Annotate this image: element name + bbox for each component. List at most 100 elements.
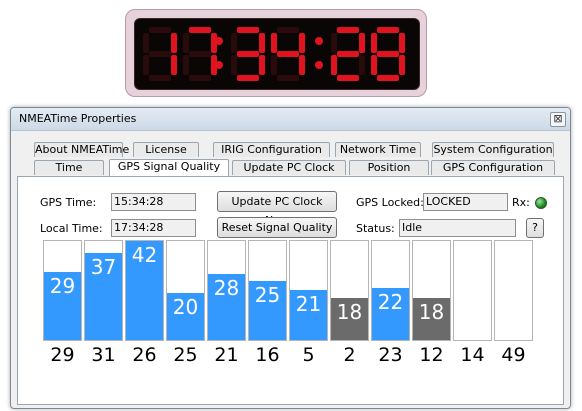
signal-bar-slot: 20 bbox=[166, 240, 205, 341]
signal-bar: 22 bbox=[372, 288, 409, 340]
signal-bar-slot: 37 bbox=[84, 240, 123, 341]
gps-time-field: 15:34:28 bbox=[111, 193, 196, 211]
led-colon-dot bbox=[215, 61, 223, 69]
reset-signal-quality-button[interactable]: Reset Signal Quality bbox=[217, 217, 337, 238]
led-digit-5-segment-b bbox=[359, 33, 365, 53]
led-digit-3-segment-g bbox=[237, 51, 259, 57]
signal-bar-value: 29 bbox=[49, 274, 76, 298]
signal-bar-slot: 29 bbox=[43, 240, 82, 341]
led-digit-6-segment-d bbox=[377, 75, 399, 81]
tab-irig-configuration[interactable]: IRIG Configuration bbox=[213, 142, 330, 157]
signal-bar-value: 25 bbox=[254, 283, 281, 307]
led-digit-2-segment-f bbox=[183, 33, 189, 53]
tab-about-nmeatime[interactable]: About NMEATime bbox=[34, 142, 129, 157]
rx-indicator-led bbox=[535, 197, 547, 209]
led-digit-1-segment-d bbox=[149, 75, 171, 81]
led-digit-4-segment-a bbox=[277, 27, 299, 33]
led-digit-4-segment-b bbox=[299, 33, 305, 53]
led-digit-3-segment-d bbox=[237, 75, 259, 81]
led-clock-display bbox=[143, 27, 405, 81]
gps-locked-label: GPS Locked: bbox=[356, 196, 424, 209]
signal-bar-slot: 21 bbox=[289, 240, 328, 341]
led-colon-dot bbox=[315, 37, 323, 45]
signal-bar-slot: 42 bbox=[125, 240, 164, 341]
update-pc-clock-now-button[interactable]: Update PC Clock Now bbox=[217, 191, 337, 227]
help-button[interactable]: ? bbox=[526, 218, 544, 238]
led-digit-2-segment-e bbox=[183, 55, 189, 75]
signal-bar-slot: 22 bbox=[371, 240, 410, 341]
signal-bar: 37 bbox=[85, 253, 122, 340]
led-digit-6-segment-g bbox=[377, 51, 399, 57]
led-digit-3-segment-e bbox=[231, 55, 237, 75]
signal-bar-slot bbox=[494, 240, 533, 341]
window-title: NMEATime Properties bbox=[19, 112, 137, 125]
tab-license[interactable]: License bbox=[133, 142, 199, 157]
led-clock-face bbox=[134, 18, 420, 90]
signal-bar-value: 22 bbox=[377, 290, 404, 314]
led-digit-6-segment-a bbox=[377, 27, 399, 33]
satellite-prn-label: 12 bbox=[419, 344, 444, 366]
led-digit-5-segment-d bbox=[337, 75, 359, 81]
led-digit-5-segment-c bbox=[359, 55, 365, 75]
led-digit-1-segment-f bbox=[143, 33, 149, 53]
led-digit-1-segment-c bbox=[171, 55, 177, 75]
title-bar[interactable]: NMEATime Properties ⊠ bbox=[11, 108, 570, 131]
tab-gps-signal-quality[interactable]: GPS Signal Quality bbox=[109, 159, 229, 176]
local-time-label: Local Time: bbox=[40, 222, 103, 235]
tab-gps-configuration[interactable]: GPS Configuration bbox=[431, 160, 555, 175]
satellite-prn-label: 29 bbox=[50, 344, 75, 366]
close-button[interactable]: ⊠ bbox=[550, 112, 566, 127]
satellite-prn-label: 23 bbox=[378, 344, 403, 366]
gps-signal-quality-panel: GPS Time: 15:34:28 Local Time: 17:34:28 … bbox=[17, 176, 564, 405]
satellite-prn-label: 14 bbox=[460, 344, 485, 366]
led-digit-5-segment-e bbox=[331, 55, 337, 75]
tab-network-time[interactable]: Network Time bbox=[335, 142, 421, 157]
led-digit-3-segment-a bbox=[237, 27, 259, 33]
led-digit-6-segment-b bbox=[399, 33, 405, 53]
signal-bar: 25 bbox=[249, 281, 286, 340]
tab-position[interactable]: Position bbox=[349, 160, 429, 175]
led-digit-3-segment-f bbox=[231, 33, 237, 53]
signal-bar: 20 bbox=[167, 293, 204, 340]
led-digit-3-segment-b bbox=[259, 33, 265, 53]
gps-time-label: GPS Time: bbox=[40, 196, 97, 209]
led-digit-4-segment-e bbox=[271, 55, 277, 75]
led-digit-4-segment-c bbox=[299, 55, 305, 75]
status-label: Status: bbox=[356, 222, 395, 235]
signal-bar: 29 bbox=[44, 272, 81, 340]
led-clock bbox=[125, 9, 427, 97]
led-digit-5-segment-f bbox=[331, 33, 337, 53]
gps-locked-field: LOCKED bbox=[423, 193, 508, 211]
signal-bar: 28 bbox=[208, 274, 245, 340]
signal-bar: 18 bbox=[331, 298, 368, 340]
tab-system-configuration[interactable]: System Configuration bbox=[432, 142, 554, 157]
satellite-prn-label: 2 bbox=[343, 344, 356, 366]
satellite-prn-label: 31 bbox=[91, 344, 116, 366]
led-digit-1-segment-g bbox=[149, 51, 171, 57]
signal-bar-value: 28 bbox=[213, 276, 240, 300]
satellite-prn-label: 16 bbox=[255, 344, 280, 366]
signal-bar-slot: 25 bbox=[248, 240, 287, 341]
satellite-prn-label: 21 bbox=[214, 344, 239, 366]
signal-bar-value: 21 bbox=[295, 292, 322, 316]
led-digit-2-segment-d bbox=[189, 75, 211, 81]
satellite-prn-label: 25 bbox=[173, 344, 198, 366]
tab-update-pc-clock[interactable]: Update PC Clock bbox=[232, 160, 346, 175]
signal-bar-slot: 18 bbox=[412, 240, 451, 341]
led-digit-2-segment-a bbox=[189, 27, 211, 33]
signal-bar-slot: 18 bbox=[330, 240, 369, 341]
signal-bar-value: 18 bbox=[418, 300, 445, 324]
properties-window: NMEATime Properties ⊠ About NMEATime Lic… bbox=[10, 107, 571, 409]
led-digit-1-segment-b bbox=[171, 33, 177, 53]
signal-bar-slot: 28 bbox=[207, 240, 246, 341]
signal-bar-value: 20 bbox=[172, 295, 199, 319]
led-digit-6-segment-c bbox=[399, 55, 405, 75]
signal-bar-value: 18 bbox=[336, 300, 363, 324]
rx-label: Rx: bbox=[512, 196, 530, 209]
tab-time[interactable]: Time bbox=[34, 160, 104, 175]
led-digit-5-segment-g bbox=[337, 51, 359, 57]
satellite-prn-label: 26 bbox=[132, 344, 157, 366]
led-digit-4-segment-f bbox=[271, 33, 277, 53]
led-digit-1-segment-e bbox=[143, 55, 149, 75]
signal-bar-value: 42 bbox=[131, 243, 158, 267]
